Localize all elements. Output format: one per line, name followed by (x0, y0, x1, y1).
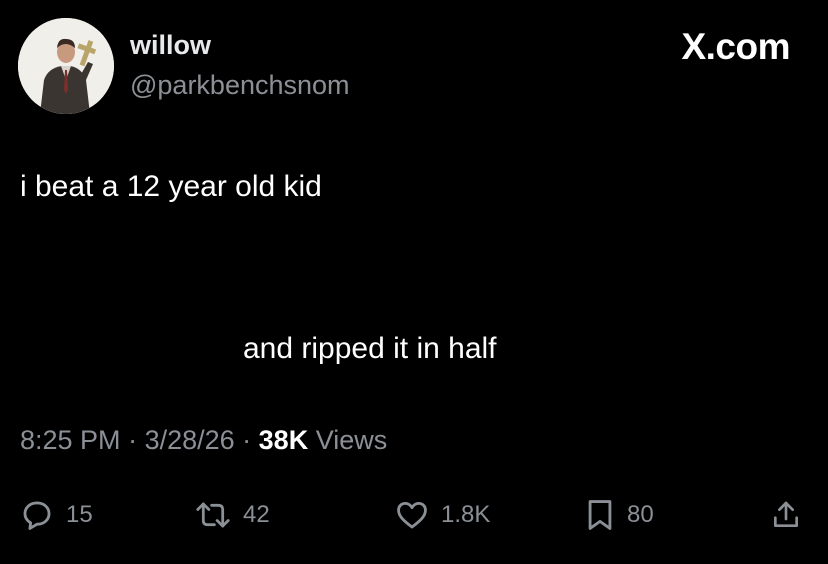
tweet-text-line-1: i beat a 12 year old kid (20, 170, 322, 203)
repost-count: 42 (243, 501, 270, 528)
meta-separator: · (120, 425, 145, 455)
bookmark-icon (588, 500, 612, 530)
like-count: 1.8K (441, 501, 491, 528)
reply-count: 15 (66, 501, 93, 528)
views-count: 38K (258, 425, 309, 455)
tweet-meta: 8:25 PM · 3/28/26 · 38K Views (20, 425, 387, 456)
reply-icon (23, 501, 51, 530)
tweet-date[interactable]: 3/28/26 (145, 425, 235, 455)
user-handle[interactable]: @parkbenchsnom (130, 70, 350, 101)
avatar[interactable] (18, 18, 114, 114)
tweet-text-line-2: and ripped it in half (243, 332, 497, 365)
tweet-time[interactable]: 8:25 PM (20, 425, 121, 455)
share-icon (774, 501, 798, 527)
heart-icon (397, 501, 427, 529)
reply-button[interactable]: 15 (20, 497, 93, 533)
like-button[interactable]: 1.8K (395, 497, 490, 533)
brand-logo: X.com (681, 26, 790, 67)
views-label: Views (308, 425, 388, 455)
bookmark-count: 80 (627, 501, 654, 528)
share-button[interactable] (770, 497, 802, 533)
repost-icon (196, 502, 230, 528)
meta-separator: · (234, 425, 259, 455)
bookmark-button[interactable]: 80 (585, 497, 654, 533)
display-name[interactable]: willow (130, 30, 211, 61)
repost-button[interactable]: 42 (195, 497, 270, 533)
profile-photo-icon (18, 18, 114, 114)
